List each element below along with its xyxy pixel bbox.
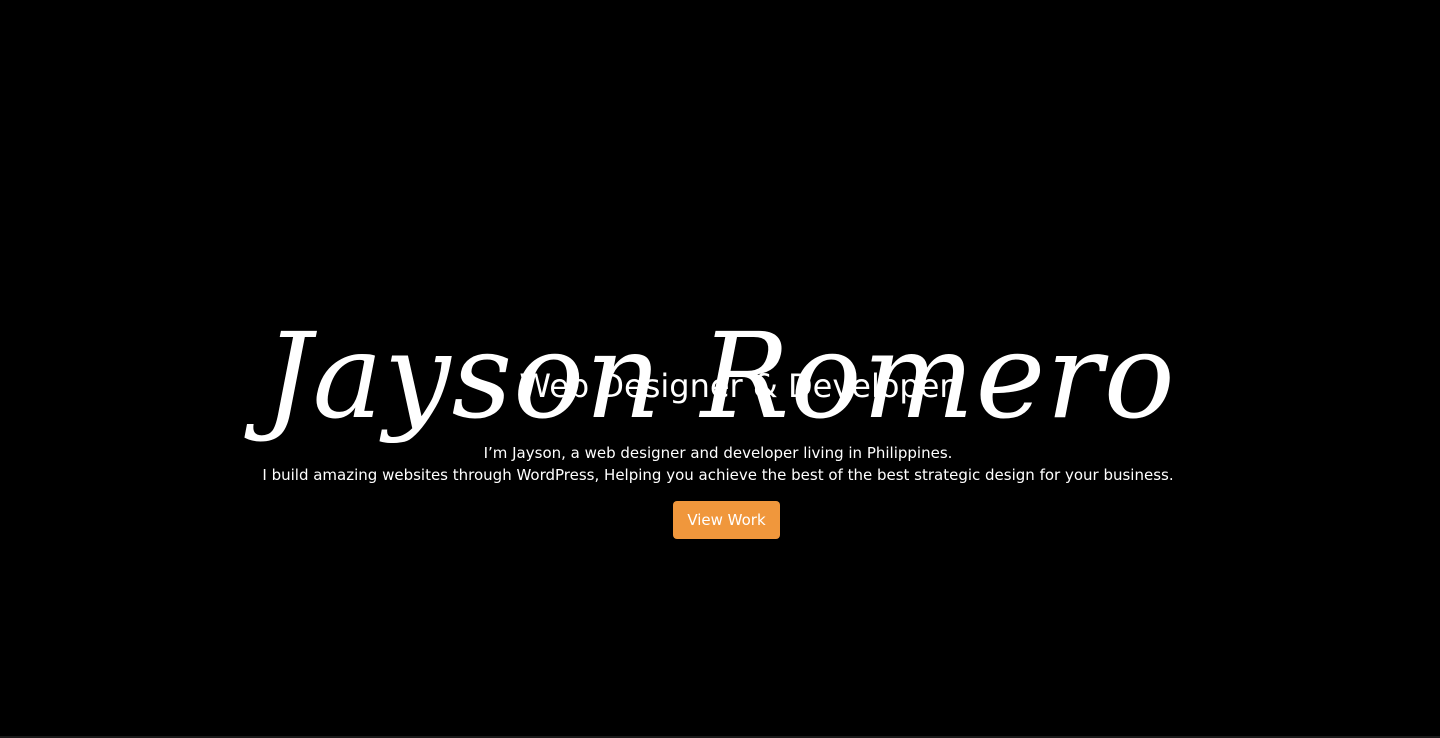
hero-section: Jayson Romero Web Designer & Developer I… — [0, 0, 1440, 738]
hero-intro: I’m Jayson, a web designer and developer… — [0, 442, 1436, 486]
view-work-button[interactable]: View Work — [673, 501, 780, 539]
hero-subtitle: Web Designer & Developer — [519, 367, 953, 405]
hero-intro-line-2: I build amazing websites through WordPre… — [262, 466, 1174, 484]
hero-intro-line-1: I’m Jayson, a web designer and developer… — [483, 444, 953, 462]
